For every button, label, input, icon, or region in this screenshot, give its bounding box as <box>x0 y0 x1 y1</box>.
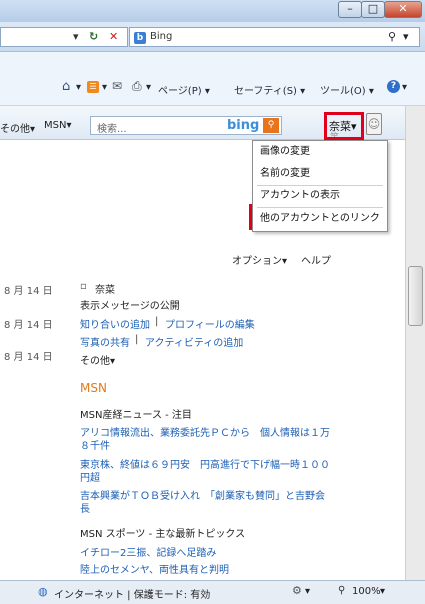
help-dropdown-icon[interactable]: ▾ <box>402 82 407 93</box>
search-dropdown-icon[interactable]: ▾ <box>403 27 409 47</box>
print-icon[interactable]: ⎙ <box>132 79 142 94</box>
feeds-dropdown-icon[interactable]: ▾ <box>102 82 107 93</box>
help-icon[interactable]: ? <box>387 80 400 93</box>
nav-msn-menu[interactable]: MSN▾ <box>44 120 72 131</box>
stop-icon[interactable]: ✕ <box>109 27 118 47</box>
account-dropdown-menu: 画像の変更 名前の変更 アカウントの表示 他のアカウントとのリンク <box>252 140 388 232</box>
link-separator: | <box>155 316 159 327</box>
profile-status-icon: ▫ <box>80 281 87 292</box>
news-item-link[interactable]: 東京株、終値は６９円安 円高進行で下げ幅一時１００ <box>80 456 330 471</box>
sports-section-title: MSN スポーツ - 主な最新トピックス <box>80 529 246 540</box>
options-menu[interactable]: オプション▾ <box>232 252 287 267</box>
address-bar[interactable]: ▾ ↻ ✕ <box>0 27 128 47</box>
scroll-thumb[interactable] <box>408 266 423 326</box>
share-photos-link[interactable]: 写真の共有 <box>80 334 130 349</box>
tools-menu[interactable]: ツール(O) ▾ <box>320 82 374 97</box>
protected-mode-dropdown-icon[interactable]: ▾ <box>305 586 310 597</box>
more-menu[interactable]: その他▾ <box>80 352 115 367</box>
maximize-button[interactable]: □ <box>361 1 385 18</box>
refresh-icon[interactable]: ↻ <box>89 27 98 47</box>
zoom-dropdown-icon[interactable]: ▾ <box>380 586 385 597</box>
address-dropdown-icon[interactable]: ▾ <box>73 27 79 47</box>
security-zone-text[interactable]: インターネット | 保護モード: 有効 <box>54 586 210 601</box>
link-separator: | <box>135 334 139 345</box>
safety-menu[interactable]: セーフティ(S) ▾ <box>234 82 305 97</box>
search-icon[interactable]: ⚲ <box>388 27 396 47</box>
globe-icon: ◍ <box>38 585 48 598</box>
date-label: 8 月 14 日 <box>4 320 53 331</box>
close-window-button[interactable]: ✕ <box>384 1 422 18</box>
date-label: 8 月 14 日 <box>4 286 53 297</box>
vertical-scrollbar[interactable] <box>405 106 425 580</box>
print-dropdown-icon[interactable]: ▾ <box>146 82 151 93</box>
news-item-link-cont[interactable]: ８千件 <box>80 437 110 452</box>
minimize-button[interactable]: – <box>338 1 362 18</box>
search-engine-label: Bing <box>150 31 173 42</box>
avatar[interactable]: ☺ <box>366 113 382 135</box>
sports-item-link[interactable]: 陸上のセメンヤ、両性具有と判明 <box>80 561 229 576</box>
page-search-button[interactable]: ⚲ <box>263 118 279 133</box>
nav-other-menu[interactable]: その他▾ <box>0 120 35 135</box>
profile-status-message: 表示メッセージの公開 <box>80 301 180 312</box>
home-dropdown-icon[interactable]: ▾ <box>76 82 81 93</box>
news-item-link[interactable]: 吉本興業がＴＯＢ受け入れ 「創業家も賛同」と吉野会 <box>80 487 325 502</box>
add-activity-link[interactable]: アクティビティの追加 <box>145 334 243 349</box>
command-bar: ⌂ ▾ ☰ ▾ ✉ ⎙ ▾ ページ(P) ▾ セーフティ(S) ▾ ツール(O)… <box>0 52 425 106</box>
date-label: 8 月 14 日 <box>4 352 53 363</box>
home-icon[interactable]: ⌂ <box>62 79 70 94</box>
add-acquaintance-link[interactable]: 知り合いの追加 <box>80 316 150 331</box>
browser-search-box[interactable]: b Bing ⚲ ▾ <box>129 27 420 47</box>
menu-change-picture[interactable]: 画像の変更 <box>253 141 387 163</box>
status-bar: ◍ インターネット | 保護モード: 有効 ⚙ ▾ ⚲ 100% ▾ <box>0 580 425 604</box>
protected-mode-icon[interactable]: ⚙ <box>292 584 302 597</box>
bing-icon: b <box>134 32 146 44</box>
page-search-placeholder: 検索... <box>97 124 127 135</box>
edit-profile-link[interactable]: プロフィールの編集 <box>165 316 255 331</box>
feeds-icon[interactable]: ☰ <box>87 81 99 93</box>
news-item-link[interactable]: アリコ情報流出、業務委託先ＰＣから 個人情報は１万 <box>80 424 330 439</box>
profile-name[interactable]: 奈菜 <box>95 281 115 296</box>
help-link[interactable]: ヘルプ <box>301 252 331 267</box>
menu-change-name[interactable]: 名前の変更 <box>253 163 387 185</box>
zoom-level[interactable]: 100% <box>352 586 381 597</box>
news-item-link-cont[interactable]: 長 <box>80 500 90 515</box>
menu-link-other-accounts[interactable]: 他のアカウントとのリンク <box>253 208 387 230</box>
zoom-icon[interactable]: ⚲ <box>338 585 345 596</box>
sports-item-link[interactable]: イチロー2三振、記録へ足踏み <box>80 544 216 559</box>
window-title-bar: – □ ✕ <box>0 0 425 22</box>
mail-icon[interactable]: ✉ <box>112 79 122 93</box>
address-toolbar: ▾ ↻ ✕ b Bing ⚲ ▾ <box>0 22 425 52</box>
bing-logo: bing <box>227 118 260 133</box>
news-section-title: MSN産経ニュース - 注目 <box>80 410 192 421</box>
page-menu[interactable]: ページ(P) ▾ <box>158 82 210 97</box>
news-item-link-cont[interactable]: 円超 <box>80 469 100 484</box>
account-highlight-box <box>324 112 364 140</box>
menu-view-account[interactable]: アカウントの表示 <box>253 185 387 207</box>
msn-heading: MSN <box>80 381 107 395</box>
page-search-input[interactable]: 検索... bing ⚲ <box>90 116 282 135</box>
